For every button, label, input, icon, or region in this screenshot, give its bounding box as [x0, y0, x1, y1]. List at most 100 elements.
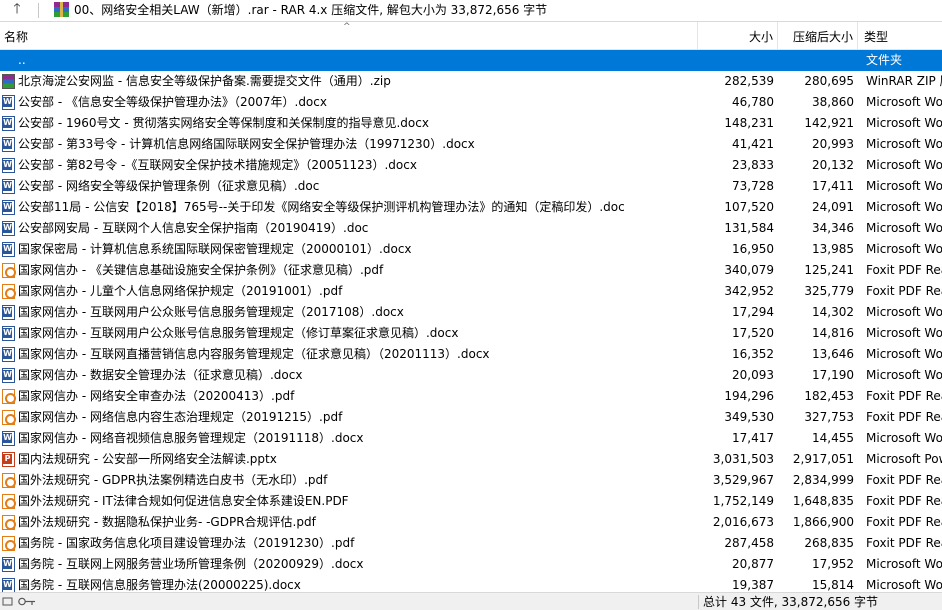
file-row[interactable]: 国务院 - 互联网信息服务管理办法(20000225).docx 19,387 15…	[0, 575, 942, 592]
file-row[interactable]: 国家网信办 - 网络音视频信息服务管理规定（20191118）.docx 17,4…	[0, 428, 942, 449]
word-icon	[2, 200, 15, 215]
up-arrow-icon[interactable]: 🡑	[6, 0, 28, 20]
file-packed-size: 325,779	[804, 284, 854, 298]
file-row[interactable]: 国内法规研究 - 公安部一所网络安全法解读.pptx 3,031,503 2,917…	[0, 449, 942, 470]
file-size: 342,952	[724, 284, 774, 298]
word-icon	[2, 221, 15, 236]
file-name: 公安部 - 1960号文 - 贯彻落实网络安全等保制度和关保制度的指导意见.do…	[18, 116, 429, 130]
file-name: 国家网信办 - 数据安全管理办法（征求意见稿）.docx	[18, 368, 303, 382]
file-type: Foxit PDF Reader Document	[866, 536, 942, 550]
file-row[interactable]: 公安部11局 - 公信安【2018】765号--关于印发《网络安全等级保护测评机…	[0, 197, 942, 218]
file-size: 16,950	[732, 242, 774, 256]
file-type: Foxit PDF Reader Document	[866, 410, 942, 424]
file-size: 17,520	[732, 326, 774, 340]
status-divider	[698, 595, 699, 609]
file-size: 17,417	[732, 431, 774, 445]
file-type: Microsoft Word 文档	[866, 95, 942, 109]
archive-path[interactable]: 00、网络安全相关LAW（新增）.rar - RAR 4.x 压缩文件, 解包大…	[74, 2, 547, 18]
file-type: Microsoft Word 97 - 2003 文档	[866, 179, 942, 193]
zip-icon	[2, 74, 15, 89]
file-size: 19,387	[732, 578, 774, 592]
word-icon	[2, 116, 15, 131]
pdf-icon	[2, 515, 16, 530]
file-name: 国家保密局 - 计算机信息系统国际联网保密管理规定（20000101）.docx	[18, 242, 412, 256]
file-type: Foxit PDF Reader Document	[866, 284, 942, 298]
file-packed-size: 280,695	[804, 74, 854, 88]
file-packed-size: 17,190	[812, 368, 854, 382]
pdf-icon	[2, 494, 16, 509]
file-name: 国家网信办 - 儿童个人信息网络保护规定（20191001）.pdf	[18, 284, 343, 298]
file-row[interactable]: 国家网信办 - 数据安全管理办法（征求意见稿）.docx 20,093 17,190…	[0, 365, 942, 386]
word-icon	[2, 347, 15, 362]
file-list[interactable]: .. 文件夹 北京海淀公安网监 - 信息安全等级保护备案.需要提交文件（通用）.zi…	[0, 50, 942, 592]
file-name: 国家网信办 - 互联网用户公众账号信息服务管理规定（2017108）.docx	[18, 305, 404, 319]
file-row[interactable]: 国务院 - 互联网上网服务营业场所管理条例（20200929）.docx 20,8…	[0, 554, 942, 575]
file-row[interactable]: 国家网信办 - 互联网用户公众账号信息服务管理规定（2017108）.docx 1…	[0, 302, 942, 323]
file-size: 2,016,673	[712, 515, 774, 529]
file-type: Foxit PDF Reader Document	[866, 263, 942, 277]
file-name: 国内法规研究 - 公安部一所网络安全法解读.pptx	[18, 452, 277, 466]
file-packed-size: 182,453	[804, 389, 854, 403]
file-type: Microsoft Word 文档	[866, 326, 942, 340]
file-row[interactable]: 国家网信办 - 儿童个人信息网络保护规定（20191001）.pdf 342,95…	[0, 281, 942, 302]
column-size[interactable]: 大小	[698, 22, 778, 50]
file-row[interactable]: 北京海淀公安网监 - 信息安全等级保护备案.需要提交文件（通用）.zip 282,…	[0, 71, 942, 92]
column-type[interactable]: 类型	[858, 22, 942, 50]
rar-archive-icon	[54, 2, 69, 17]
file-packed-size: 13,985	[812, 242, 854, 256]
file-packed-size: 13,646	[812, 347, 854, 361]
word-icon	[2, 179, 15, 194]
file-row[interactable]: 国家网信办 - 网络安全审查办法（20200413）.pdf 194,296 182…	[0, 386, 942, 407]
file-row[interactable]: 国务院 - 国家政务信息化项目建设管理办法（20191230）.pdf 287,4…	[0, 533, 942, 554]
file-name: ..	[18, 53, 26, 67]
file-name: 国家网信办 - 互联网用户公众账号信息服务管理规定（修订草案征求意见稿）.doc…	[18, 326, 459, 340]
file-packed-size: 268,835	[804, 536, 854, 550]
file-name: 国务院 - 互联网上网服务营业场所管理条例（20200929）.docx	[18, 557, 364, 571]
file-row[interactable]: 国家网信办 - 互联网直播营销信息内容服务管理规定（征求意见稿）（2020111…	[0, 344, 942, 365]
file-packed-size: 1,866,900	[792, 515, 854, 529]
file-type: Microsoft Word 97 - 2003 文档	[866, 200, 942, 214]
column-packed-size[interactable]: 压缩后大小	[778, 22, 858, 50]
file-packed-size: 17,952	[812, 557, 854, 571]
file-row[interactable]: 公安部 - 第82号令 -《互联网安全保护技术措施规定》（20051123）.d…	[0, 155, 942, 176]
file-type: Microsoft Word 文档	[866, 578, 942, 592]
file-size: 282,539	[724, 74, 774, 88]
file-packed-size: 17,411	[812, 179, 854, 193]
file-type: Microsoft Word 文档	[866, 137, 942, 151]
file-row[interactable]: 国家网信办 - 网络信息内容生态治理规定（20191215）.pdf 349,53…	[0, 407, 942, 428]
path-bar: 🡑 00、网络安全相关LAW（新增）.rar - RAR 4.x 压缩文件, 解…	[0, 0, 942, 22]
file-row[interactable]: 国外法规研究 - GDPR执法案例精选白皮书（无水印）.pdf 3,529,967…	[0, 470, 942, 491]
file-row[interactable]: 国外法规研究 - 数据隐私保护业务- -GDPR合规评估.pdf 2,016,67…	[0, 512, 942, 533]
file-row[interactable]: 公安部网安局 - 互联网个人信息安全保护指南（20190419）.doc 131,…	[0, 218, 942, 239]
file-type: Foxit PDF Reader Document	[866, 515, 942, 529]
file-row[interactable]: 公安部 - 1960号文 - 贯彻落实网络安全等保制度和关保制度的指导意见.do…	[0, 113, 942, 134]
file-packed-size: 1,648,835	[792, 494, 854, 508]
file-name: 公安部 - 网络安全等级保护管理条例（征求意见稿）.doc	[18, 179, 320, 193]
file-name: 国家网信办 - 互联网直播营销信息内容服务管理规定（征求意见稿）（2020111…	[18, 347, 490, 361]
parent-folder-row[interactable]: .. 文件夹	[0, 50, 942, 71]
pdf-icon	[2, 389, 16, 404]
word-icon	[2, 326, 15, 341]
file-name: 北京海淀公安网监 - 信息安全等级保护备案.需要提交文件（通用）.zip	[18, 74, 391, 88]
file-row[interactable]: 公安部 - 第33号令 - 计算机信息网络国际联网安全保护管理办法（199712…	[0, 134, 942, 155]
file-row[interactable]: 公安部 - 网络安全等级保护管理条例（征求意见稿）.doc 73,728 17,41…	[0, 176, 942, 197]
file-size: 41,421	[732, 137, 774, 151]
file-name: 国家网信办 - 网络安全审查办法（20200413）.pdf	[18, 389, 295, 403]
pdf-icon	[2, 473, 16, 488]
file-packed-size: 14,455	[812, 431, 854, 445]
file-row[interactable]: 国外法规研究 - IT法律合规如何促进信息安全体系建设EN.PDF 1,752,1…	[0, 491, 942, 512]
file-name: 公安部网安局 - 互联网个人信息安全保护指南（20190419）.doc	[18, 221, 369, 235]
file-packed-size: 38,860	[812, 95, 854, 109]
file-row[interactable]: 国家保密局 - 计算机信息系统国际联网保密管理规定（20000101）.docx…	[0, 239, 942, 260]
file-size: 287,458	[724, 536, 774, 550]
file-row[interactable]: 国家网信办 - 互联网用户公众账号信息服务管理规定（修订草案征求意见稿）.doc…	[0, 323, 942, 344]
file-row[interactable]: 国家网信办 - 《关键信息基础设施安全保护条例》（征求意见稿）.pdf 340,0…	[0, 260, 942, 281]
file-type: Microsoft Word 文档	[866, 242, 942, 256]
status-bar: 总计 43 文件, 33,872,656 字节	[0, 592, 942, 610]
file-size: 23,833	[732, 158, 774, 172]
file-packed-size: 20,132	[812, 158, 854, 172]
file-size: 73,728	[732, 179, 774, 193]
file-type: Microsoft Word 文档	[866, 557, 942, 571]
file-type: Microsoft Word 文档	[866, 368, 942, 382]
file-row[interactable]: 公安部 - 《信息安全等级保护管理办法》（2007年）.docx 46,780 38…	[0, 92, 942, 113]
